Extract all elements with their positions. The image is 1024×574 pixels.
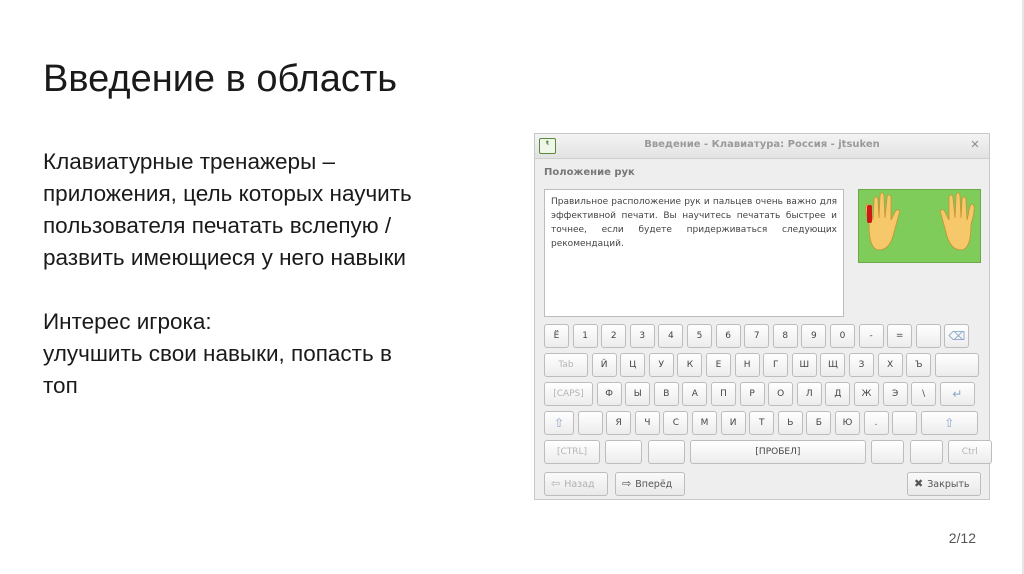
keyboard-key[interactable]: З xyxy=(849,353,874,377)
keyboard-key[interactable]: \ xyxy=(911,382,937,406)
keyboard-key[interactable]: Ь xyxy=(777,411,803,435)
keyboard-key[interactable]: ↵ xyxy=(939,382,975,406)
keyboard-key[interactable]: Ч xyxy=(634,411,660,435)
keyboard-key[interactable]: ⇧ xyxy=(544,411,574,435)
keyboard-key[interactable]: Щ xyxy=(820,353,846,377)
hands-position-image xyxy=(858,189,981,263)
keyboard-key[interactable]: У xyxy=(648,353,674,377)
keyboard-key[interactable]: Ё xyxy=(544,324,569,348)
keyboard-key[interactable]: Ю xyxy=(835,411,860,435)
keyboard-key[interactable]: 2 xyxy=(601,324,627,348)
keyboard-key[interactable]: Я xyxy=(606,411,632,435)
window-close-icon[interactable]: ✕ xyxy=(968,138,982,152)
keyboard-key[interactable]: Э xyxy=(882,382,908,406)
keyboard-key[interactable]: Д xyxy=(825,382,851,406)
keyboard-key[interactable]: Tab xyxy=(544,353,588,377)
keyboard-key[interactable]: Ц xyxy=(620,353,646,377)
keyboard-key[interactable]: 8 xyxy=(772,324,798,348)
typing-trainer-window: ᵗ Введение - Клавиатура: Россия - jtsuke… xyxy=(534,133,992,500)
keyboard-key[interactable]: Т xyxy=(749,411,775,435)
keyboard-key[interactable]: О xyxy=(768,382,794,406)
arrow-right-icon: ⇨ xyxy=(622,477,632,490)
slide-title: Введение в область xyxy=(43,58,398,100)
keyboard-key[interactable]: Х xyxy=(877,353,903,377)
keyboard-key[interactable]: 4 xyxy=(658,324,684,348)
keyboard-key[interactable]: ⇧ xyxy=(920,411,978,435)
keyboard-key[interactable]: 0 xyxy=(830,324,855,348)
section-title: Положение рук xyxy=(544,167,635,178)
keyboard-key[interactable]: Н xyxy=(734,353,760,377)
close-icon: ✖ xyxy=(914,477,924,490)
keyboard-key[interactable] xyxy=(647,440,685,464)
window-titlebar[interactable]: ᵗ Введение - Клавиатура: Россия - jtsuke… xyxy=(535,134,989,159)
keyboard-key[interactable] xyxy=(892,411,918,435)
lesson-description: Правильное расположение рук и пальцев оч… xyxy=(544,189,844,317)
keyboard-key[interactable]: [ПРОБЕЛ] xyxy=(689,440,866,464)
keyboard-key[interactable]: Ж xyxy=(854,382,879,406)
keyboard-key[interactable]: М xyxy=(692,411,717,435)
enter-icon: ↵ xyxy=(952,387,963,401)
keyboard-key[interactable]: 7 xyxy=(744,324,770,348)
keyboard-key[interactable]: ⌫ xyxy=(944,324,970,348)
keyboard-key[interactable]: Й xyxy=(591,353,617,377)
close-button[interactable]: ✖ Закрыть xyxy=(907,472,981,496)
keyboard-key[interactable]: 9 xyxy=(801,324,827,348)
body-line: развить имеющиеся у него навыки xyxy=(43,245,406,270)
body-line: приложения, цель которых научить xyxy=(43,181,412,206)
keyboard-key[interactable]: 3 xyxy=(629,324,655,348)
keyboard-key[interactable] xyxy=(909,440,943,464)
keyboard-key[interactable] xyxy=(577,411,603,435)
shift-icon: ⇧ xyxy=(944,416,955,430)
shift-icon: ⇧ xyxy=(553,416,565,430)
keyboard-key[interactable]: [CAPS] xyxy=(544,382,593,406)
body-line: Клавиатурные тренажеры – xyxy=(43,149,336,174)
keyboard-key[interactable] xyxy=(605,440,643,464)
keyboard-key[interactable]: В xyxy=(653,382,679,406)
keyboard-key[interactable]: П xyxy=(711,382,736,406)
keyboard-key[interactable]: Ъ xyxy=(906,353,932,377)
keyboard-key[interactable]: Г xyxy=(763,353,789,377)
forward-button[interactable]: ⇨ Вперёд xyxy=(615,472,685,496)
body-line: Интерес игрока: xyxy=(43,309,212,334)
keyboard-key[interactable]: Ы xyxy=(625,382,651,406)
keyboard-key[interactable]: Ш xyxy=(791,353,817,377)
keyboard-key[interactable]: С xyxy=(663,411,689,435)
keyboard-key[interactable]: [CTRL] xyxy=(544,440,600,464)
back-button[interactable]: ⇦ Назад xyxy=(544,472,608,496)
keyboard-key[interactable]: = xyxy=(887,324,913,348)
keyboard-key[interactable]: Ctrl xyxy=(947,440,992,464)
keyboard-key[interactable]: 6 xyxy=(715,324,741,348)
keyboard-key[interactable] xyxy=(934,353,979,377)
keyboard-key[interactable]: 1 xyxy=(572,324,598,348)
keyboard-key[interactable]: . xyxy=(863,411,889,435)
body-line: улучшить свои навыки, попасть в xyxy=(43,341,392,366)
keyboard-key[interactable]: А xyxy=(682,382,708,406)
keyboard-key[interactable]: Ф xyxy=(596,382,622,406)
slide-number: 2/12 xyxy=(948,530,976,546)
keyboard-key[interactable] xyxy=(915,324,941,348)
keyboard-key[interactable]: Б xyxy=(806,411,832,435)
keyboard-key[interactable]: - xyxy=(858,324,884,348)
highlighted-finger xyxy=(867,205,872,223)
keyboard-key[interactable]: Р xyxy=(739,382,765,406)
keyboard-key[interactable]: 5 xyxy=(687,324,712,348)
arrow-left-icon: ⇦ xyxy=(551,477,561,490)
keyboard-key[interactable] xyxy=(871,440,905,464)
window-title: Введение - Клавиатура: Россия - jtsuken xyxy=(644,139,880,150)
keyboard-key[interactable]: Е xyxy=(706,353,731,377)
keyboard-key[interactable]: Л xyxy=(796,382,822,406)
backspace-icon: ⌫ xyxy=(948,329,966,343)
body-line: топ xyxy=(43,373,78,398)
body-line: пользователя печатать вслепую / xyxy=(43,213,392,238)
keyboard-key[interactable]: К xyxy=(677,353,703,377)
hands-icon xyxy=(865,192,975,251)
keyboard-key[interactable]: И xyxy=(720,411,746,435)
slide-body: Клавиатурные тренажеры – приложения, цел… xyxy=(43,146,503,402)
